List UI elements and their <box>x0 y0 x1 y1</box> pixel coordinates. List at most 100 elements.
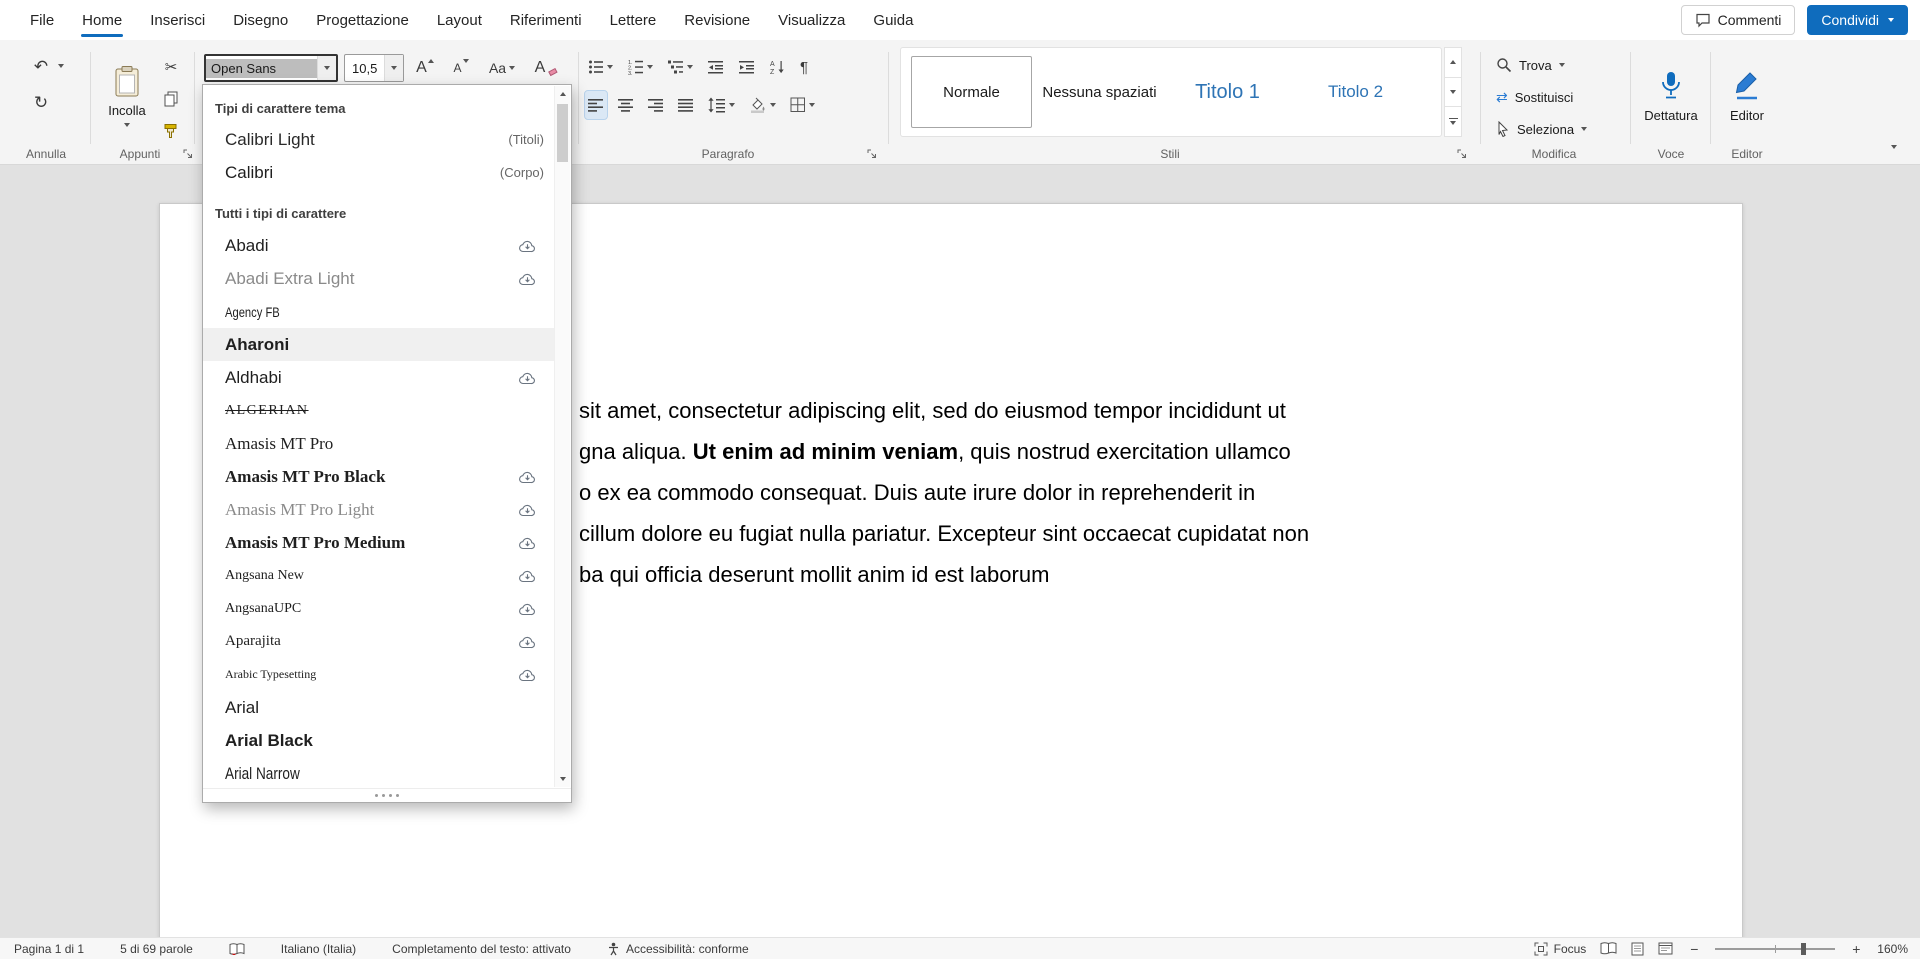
zoom-slider[interactable] <box>1715 948 1835 950</box>
accessibility-status[interactable]: Accessibilità: conforme <box>607 942 749 956</box>
word-count[interactable]: 5 di 69 parole <box>120 942 193 956</box>
font-name-combo[interactable]: Open Sans <box>204 54 338 82</box>
dictate-button[interactable]: Dettatura <box>1638 50 1704 142</box>
share-button[interactable]: Condividi <box>1807 5 1908 35</box>
editor-pencil-icon <box>1734 70 1760 102</box>
page-indicator[interactable]: Pagina 1 di 1 <box>14 942 84 956</box>
align-right-button[interactable] <box>645 91 667 119</box>
print-layout-button[interactable] <box>1631 942 1644 956</box>
shrink-font-button[interactable]: A <box>446 54 476 82</box>
cut-button[interactable]: ✂ <box>158 54 184 80</box>
format-painter-button[interactable] <box>158 118 184 144</box>
font-item-abadi[interactable]: Abadi <box>203 229 554 262</box>
dropdown-resize-handle[interactable] <box>203 788 571 802</box>
font-item-arial-black[interactable]: Arial Black <box>203 724 554 757</box>
zoom-slider-thumb[interactable] <box>1801 943 1806 955</box>
justify-button[interactable] <box>675 91 697 119</box>
proofing-status[interactable] <box>229 943 245 955</box>
read-mode-button[interactable] <box>1600 942 1617 955</box>
menu-tab-visualizza[interactable]: Visualizza <box>764 0 859 40</box>
font-item-abadi-extra-light[interactable]: Abadi Extra Light <box>203 262 554 295</box>
menu-tab-lettere[interactable]: Lettere <box>596 0 671 40</box>
size-combo-arrow[interactable] <box>384 55 403 81</box>
align-left-button[interactable] <box>585 91 607 119</box>
menu-tab-file[interactable]: File <box>16 0 68 40</box>
sort-button[interactable]: AZ <box>767 53 788 81</box>
clear-formatting-button[interactable]: A <box>528 54 562 82</box>
menu-tab-revisione[interactable]: Revisione <box>670 0 764 40</box>
page-indicator-label: Pagina 1 di 1 <box>14 942 84 956</box>
editor-button[interactable]: Editor <box>1716 50 1778 142</box>
focus-mode-button[interactable]: Focus <box>1534 942 1587 956</box>
zoom-level[interactable]: 160% <box>1877 942 1908 956</box>
scrollbar-up-button[interactable] <box>555 86 570 102</box>
menu-tab-riferimenti[interactable]: Riferimenti <box>496 0 596 40</box>
menu-tab-guida[interactable]: Guida <box>859 0 927 40</box>
font-size-combo[interactable]: 10,5 <box>344 54 404 82</box>
font-item-arial-narrow[interactable]: Arial Narrow <box>203 757 554 787</box>
shading-button[interactable] <box>746 91 779 119</box>
font-item-aharoni[interactable]: Aharoni <box>203 328 554 361</box>
styles-gallery-expand-button[interactable] <box>1444 107 1462 137</box>
font-item-amasis-mt-pro[interactable]: Amasis MT Pro <box>203 427 554 460</box>
replace-button[interactable]: ⇄ Sostituisci <box>1492 84 1591 110</box>
style-card-normale[interactable]: Normale <box>911 56 1032 128</box>
font-item-aparajita[interactable]: Aparajita <box>203 625 554 658</box>
font-item-calibri-light[interactable]: Calibri Light(Titoli) <box>203 123 554 156</box>
menu-tab-inserisci[interactable]: Inserisci <box>136 0 219 40</box>
undo-button[interactable]: ↶ <box>26 54 56 80</box>
decrease-indent-button[interactable] <box>705 53 727 81</box>
menu-tab-home[interactable]: Home <box>68 0 136 40</box>
bullets-button[interactable] <box>585 53 616 81</box>
clipboard-dialog-launcher[interactable] <box>182 148 194 160</box>
web-layout-button[interactable] <box>1658 942 1673 955</box>
grow-font-button[interactable]: A <box>410 54 440 82</box>
font-item-aldhabi[interactable]: Aldhabi <box>203 361 554 394</box>
document-line: gna aliqua. Ut enim ad minim veniam, qui… <box>579 431 1309 472</box>
select-button[interactable]: Seleziona <box>1492 116 1591 142</box>
paragraph-dialog-launcher[interactable] <box>866 148 878 160</box>
zoom-in-button[interactable]: + <box>1849 941 1863 957</box>
find-button[interactable]: Trova <box>1492 52 1591 78</box>
align-center-button[interactable] <box>615 91 637 119</box>
font-item-angsana-new[interactable]: Angsana New <box>203 559 554 592</box>
menu-tab-layout[interactable]: Layout <box>423 0 496 40</box>
style-card-nessuna-spaziati[interactable]: Nessuna spaziati <box>1039 56 1160 128</box>
font-item-amasis-mt-pro-black[interactable]: Amasis MT Pro Black <box>203 460 554 493</box>
change-case-button[interactable]: Aa <box>482 54 522 82</box>
font-item-agency-fb[interactable]: Agency FB <box>203 295 554 328</box>
scrollbar-down-button[interactable] <box>555 771 570 787</box>
menu-tab-progettazione[interactable]: Progettazione <box>302 0 423 40</box>
borders-button[interactable] <box>787 91 818 119</box>
undo-dropdown-icon[interactable] <box>58 64 64 68</box>
copy-button[interactable] <box>158 86 184 112</box>
font-item-calibri[interactable]: Calibri(Corpo) <box>203 156 554 189</box>
font-item-amasis-mt-pro-medium[interactable]: Amasis MT Pro Medium <box>203 526 554 559</box>
style-card-titolo-2[interactable]: Titolo 2 <box>1295 56 1416 128</box>
numbering-button[interactable]: 1.2.3. <box>625 53 656 81</box>
styles-scroll-down-button[interactable] <box>1444 78 1462 108</box>
font-list-scrollbar[interactable] <box>554 86 570 787</box>
paste-button[interactable]: Incolla <box>98 50 156 142</box>
zoom-out-button[interactable]: − <box>1687 941 1701 957</box>
comments-button[interactable]: Commenti <box>1681 5 1796 35</box>
redo-button[interactable]: ↻ <box>26 90 56 116</box>
font-combo-arrow[interactable] <box>317 56 336 80</box>
scrollbar-thumb[interactable] <box>557 104 568 162</box>
multilevel-list-button[interactable] <box>665 53 696 81</box>
font-item-angsanaupc[interactable]: AngsanaUPC <box>203 592 554 625</box>
font-item-arabic-typesetting[interactable]: Arabic Typesetting <box>203 658 554 691</box>
show-formatting-button[interactable]: ¶ <box>797 53 811 81</box>
collapse-ribbon-button[interactable] <box>1882 136 1906 158</box>
font-item-arial[interactable]: Arial <box>203 691 554 724</box>
font-item-algerian[interactable]: ALGERIAN <box>203 394 554 427</box>
increase-indent-button[interactable] <box>736 53 758 81</box>
menu-tab-disegno[interactable]: Disegno <box>219 0 302 40</box>
style-card-titolo-1[interactable]: Titolo 1 <box>1167 56 1288 128</box>
styles-scroll-up-button[interactable] <box>1444 47 1462 78</box>
font-item-amasis-mt-pro-light[interactable]: Amasis MT Pro Light <box>203 493 554 526</box>
language-indicator[interactable]: Italiano (Italia) <box>281 942 356 956</box>
line-spacing-button[interactable] <box>705 91 738 119</box>
text-completion-indicator[interactable]: Completamento del testo: attivato <box>392 942 571 956</box>
styles-dialog-launcher[interactable] <box>1456 148 1468 160</box>
